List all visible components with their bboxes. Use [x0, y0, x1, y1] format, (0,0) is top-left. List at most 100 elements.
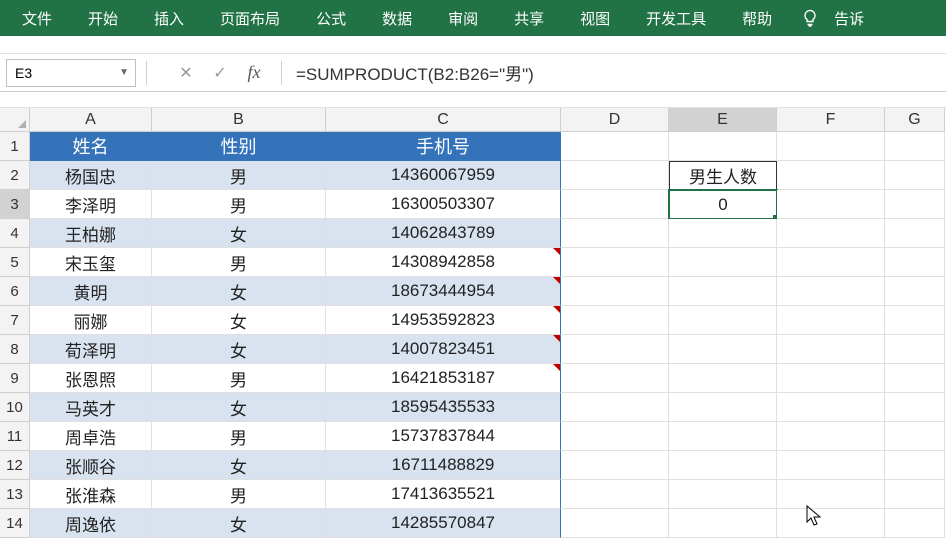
cell[interactable]	[885, 509, 945, 538]
cell[interactable]	[885, 219, 945, 248]
cell[interactable]	[669, 306, 777, 335]
cell[interactable]: 15737837844	[326, 422, 561, 451]
cell[interactable]	[777, 190, 885, 219]
cell[interactable]: 14285570847	[326, 509, 561, 538]
cell[interactable]	[561, 451, 669, 480]
row-header[interactable]: 1	[0, 132, 30, 161]
cell[interactable]	[561, 277, 669, 306]
cell[interactable]: 14007823451	[326, 335, 561, 364]
cell[interactable]: 丽娜	[30, 306, 152, 335]
lightbulb-icon[interactable]	[790, 0, 830, 36]
cell[interactable]: 女	[152, 335, 326, 364]
cell[interactable]	[885, 161, 945, 190]
cell[interactable]: 14308942858	[326, 248, 561, 277]
cell[interactable]	[561, 480, 669, 509]
name-box[interactable]: E3 ▼	[6, 59, 136, 87]
name-box-dropdown-icon[interactable]: ▼	[119, 67, 129, 78]
cell[interactable]: 女	[152, 306, 326, 335]
enter-icon[interactable]: ✓	[203, 59, 237, 87]
cell[interactable]	[561, 248, 669, 277]
cell[interactable]	[777, 277, 885, 306]
table-header-phone[interactable]: 手机号	[326, 132, 561, 161]
row-header[interactable]: 7	[0, 306, 30, 335]
cell[interactable]: 女	[152, 219, 326, 248]
row-header[interactable]: 11	[0, 422, 30, 451]
cell[interactable]	[561, 364, 669, 393]
cell[interactable]	[669, 393, 777, 422]
cell[interactable]: 马英才	[30, 393, 152, 422]
col-header-D[interactable]: D	[561, 108, 669, 132]
cell[interactable]	[669, 219, 777, 248]
row-header[interactable]: 13	[0, 480, 30, 509]
tab-formulas[interactable]: 公式	[298, 0, 364, 36]
cell[interactable]: 张恩照	[30, 364, 152, 393]
cell[interactable]	[561, 132, 669, 161]
cell[interactable]: 周卓浩	[30, 422, 152, 451]
cell[interactable]	[561, 219, 669, 248]
tab-share[interactable]: 共享	[496, 0, 562, 36]
table-header-name[interactable]: 姓名	[30, 132, 152, 161]
cell[interactable]	[777, 248, 885, 277]
cell[interactable]: 杨国忠	[30, 161, 152, 190]
row-header[interactable]: 10	[0, 393, 30, 422]
cell[interactable]: 女	[152, 393, 326, 422]
cell[interactable]: 张顺谷	[30, 451, 152, 480]
cell[interactable]: 周逸依	[30, 509, 152, 538]
cell[interactable]	[561, 422, 669, 451]
cell[interactable]: 荀泽明	[30, 335, 152, 364]
cell[interactable]	[561, 161, 669, 190]
tab-file[interactable]: 文件	[4, 0, 70, 36]
cell[interactable]	[885, 132, 945, 161]
tab-devtools[interactable]: 开发工具	[628, 0, 724, 36]
cell[interactable]	[777, 509, 885, 538]
cell[interactable]	[669, 248, 777, 277]
tab-help[interactable]: 帮助	[724, 0, 790, 36]
col-header-G[interactable]: G	[885, 108, 945, 132]
cell[interactable]: 男	[152, 190, 326, 219]
cell[interactable]	[777, 480, 885, 509]
tab-data[interactable]: 数据	[364, 0, 430, 36]
cell[interactable]	[561, 190, 669, 219]
cell[interactable]: 男	[152, 422, 326, 451]
cell[interactable]: 14360067959	[326, 161, 561, 190]
cell[interactable]: 宋玉玺	[30, 248, 152, 277]
cell[interactable]: 男	[152, 364, 326, 393]
cell[interactable]	[669, 277, 777, 306]
cell[interactable]	[669, 480, 777, 509]
cell[interactable]	[777, 422, 885, 451]
cell[interactable]	[885, 480, 945, 509]
cell[interactable]	[561, 335, 669, 364]
cell[interactable]	[777, 219, 885, 248]
cell[interactable]	[777, 335, 885, 364]
formula-input[interactable]: =SUMPRODUCT(B2:B26="男")	[292, 59, 946, 87]
tab-view[interactable]: 视图	[562, 0, 628, 36]
cell[interactable]: 男	[152, 248, 326, 277]
cell[interactable]	[777, 306, 885, 335]
cell-E3-active[interactable]: 0	[669, 190, 777, 219]
cell[interactable]	[885, 277, 945, 306]
tellme[interactable]: 告诉	[830, 0, 870, 36]
cell[interactable]: 男	[152, 161, 326, 190]
row-header[interactable]: 2	[0, 161, 30, 190]
tab-review[interactable]: 审阅	[430, 0, 496, 36]
cell[interactable]	[885, 451, 945, 480]
row-header[interactable]: 6	[0, 277, 30, 306]
cell[interactable]	[561, 509, 669, 538]
col-header-E[interactable]: E	[669, 108, 777, 132]
cell[interactable]: 王柏娜	[30, 219, 152, 248]
cell[interactable]: 张淮森	[30, 480, 152, 509]
cell[interactable]	[561, 306, 669, 335]
cell[interactable]	[669, 335, 777, 364]
cell[interactable]	[777, 364, 885, 393]
cell[interactable]	[885, 248, 945, 277]
cell[interactable]	[885, 364, 945, 393]
col-header-A[interactable]: A	[30, 108, 152, 132]
cell[interactable]: 黄明	[30, 277, 152, 306]
cell[interactable]	[561, 393, 669, 422]
cell[interactable]	[885, 422, 945, 451]
row-header[interactable]: 5	[0, 248, 30, 277]
cell[interactable]: 18595435533	[326, 393, 561, 422]
col-header-C[interactable]: C	[326, 108, 561, 132]
cell[interactable]	[885, 190, 945, 219]
cell[interactable]	[669, 364, 777, 393]
